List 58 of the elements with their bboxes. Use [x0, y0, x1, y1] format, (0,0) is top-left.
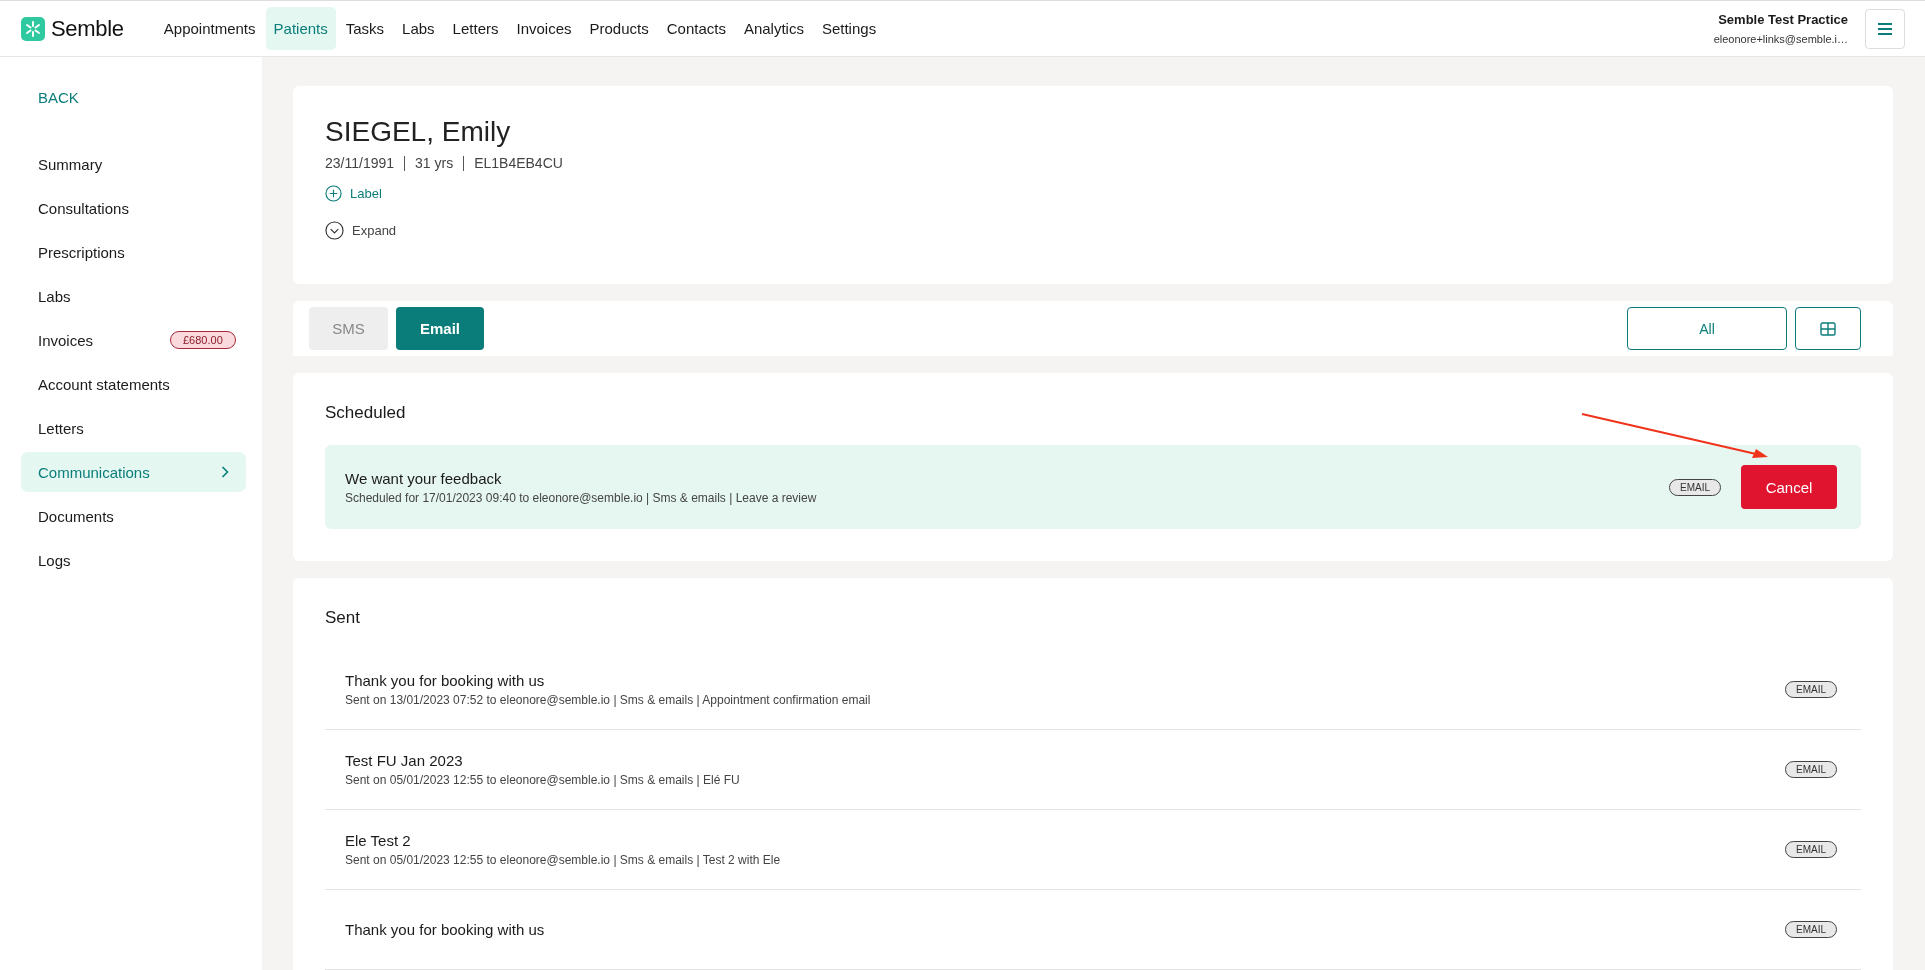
plus-circle-icon [325, 185, 342, 202]
expand-link[interactable]: Expand [325, 221, 397, 240]
sidebar-item[interactable]: Summary [21, 144, 246, 184]
nav-tab[interactable]: Analytics [735, 7, 812, 50]
add-label-link[interactable]: Label [325, 185, 382, 202]
amount-badge: £680.00 [170, 331, 236, 349]
grid-icon [1820, 321, 1836, 336]
channel-tag: EMAIL [1669, 478, 1721, 496]
logo-text: Semble [51, 15, 124, 42]
sidebar-item[interactable]: Invoices £680.00 [21, 320, 246, 360]
message-details: Sent on 05/01/2023 12:55 to eleonore@semble.io | Sms & emails | Elé FU [345, 773, 741, 787]
nav-tab[interactable]: Invoices [508, 7, 580, 50]
patient-detail: 31 yrs [415, 155, 454, 171]
message-details: Scheduled for 17/01/2023 09:40 to eleonore@semble.io | Sms & emails | Leave a review [345, 490, 818, 505]
message-title: Ele Test 2 [345, 832, 412, 849]
sidebar-item[interactable]: Communications [21, 452, 246, 492]
section-heading: Scheduled [325, 403, 407, 423]
menu-button[interactable] [1865, 8, 1905, 49]
sidebar-item[interactable]: Account statements [21, 364, 246, 404]
message-title: Thank you for booking with us [345, 672, 546, 689]
nav-tab[interactable]: Products [581, 7, 657, 50]
nav-tab[interactable]: Tasks [337, 7, 393, 50]
chevron-right-icon [221, 466, 229, 478]
section-heading: Sent [325, 608, 361, 628]
sidebar-item[interactable]: Letters [21, 408, 246, 448]
patient-name: SIEGEL, Emily [325, 116, 511, 148]
channel-tag: EMAIL [1785, 681, 1837, 698]
chevron-down-circle-icon [325, 221, 344, 240]
sidebar-item[interactable]: Prescriptions [21, 232, 246, 272]
message-title: Test FU Jan 2023 [345, 752, 464, 769]
patient-detail: 23/11/1991 [325, 155, 395, 171]
filter-dropdown[interactable]: All [1627, 307, 1787, 350]
message-title: Thank you for booking with us [345, 921, 546, 938]
nav-tab[interactable]: Settings [813, 7, 885, 50]
nav-tab[interactable]: Contacts [658, 7, 734, 50]
message-title: We want your feedback [345, 469, 503, 487]
nav-tab[interactable]: Letters [444, 7, 507, 50]
channel-tag: EMAIL [1785, 761, 1837, 778]
sidebar-item[interactable]: Labs [21, 276, 246, 316]
channel-tag: EMAIL [1785, 841, 1837, 858]
logo-icon [21, 16, 45, 41]
message-details: Sent on 05/01/2023 12:55 to eleonore@semble.io | Sms & emails | Test 2 with Ele [345, 853, 782, 867]
patient-detail: EL1B4EB4CU [474, 155, 563, 171]
channel-tab[interactable]: Email [396, 307, 484, 350]
sidebar-item[interactable]: Documents [21, 496, 246, 536]
nav-tab[interactable]: Labs [394, 7, 443, 50]
menu-icon [1877, 21, 1893, 36]
account-email: eleonore+links@semble.i… [1713, 33, 1848, 45]
cancel-button[interactable]: Cancel [1741, 465, 1837, 509]
nav-tab[interactable]: Patients [265, 7, 336, 50]
sidebar-item[interactable]: Consultations [21, 188, 246, 228]
grid-view-button[interactable] [1795, 307, 1861, 350]
channel-tag: EMAIL [1785, 921, 1837, 938]
sidebar-item[interactable]: Logs [21, 540, 246, 580]
message-details: Sent on 13/01/2023 07:52 to eleonore@semble.io | Sms & emails | Appointment confirmation email [345, 693, 872, 707]
back-link[interactable]: BACK [21, 89, 246, 106]
nav-tab[interactable]: Appointments [155, 7, 264, 50]
practice-name: Semble Test Practice [1718, 12, 1848, 27]
